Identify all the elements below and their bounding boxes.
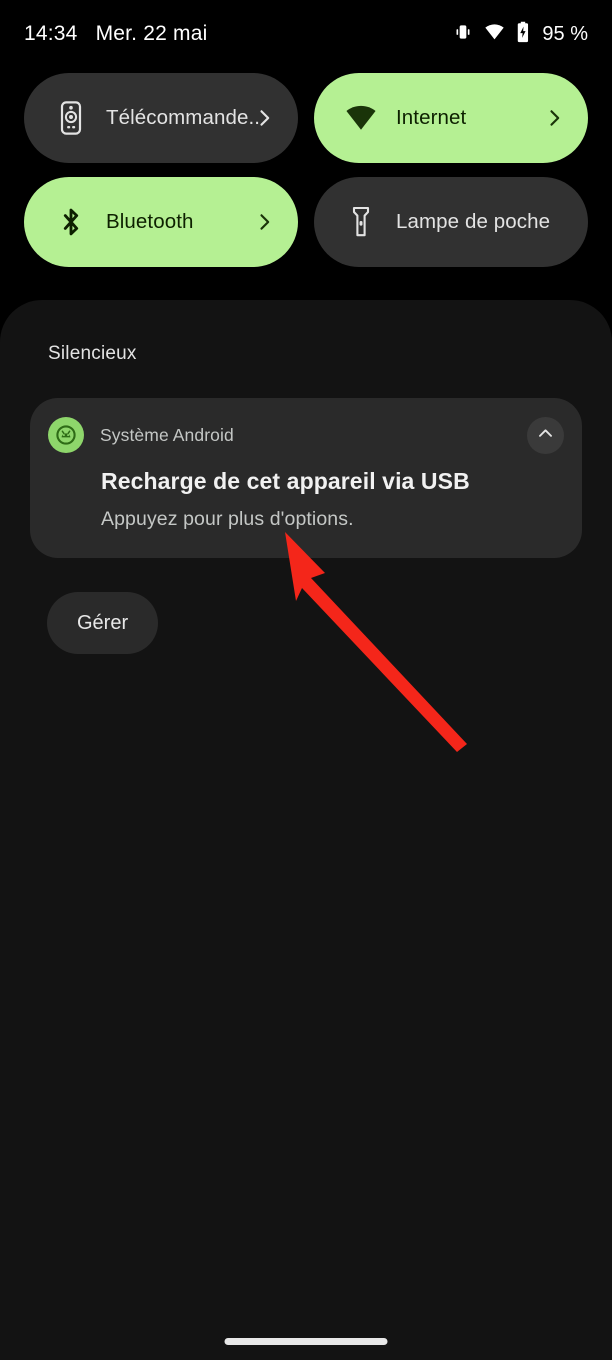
bluetooth-icon <box>54 205 88 239</box>
manage-button-label: Gérer <box>77 611 129 634</box>
chevron-up-icon <box>536 424 555 448</box>
chevron-right-icon[interactable] <box>544 108 564 128</box>
quick-settings-grid: Télécommande.. Internet Bluetooth Lampe … <box>0 73 612 267</box>
android-head-icon <box>48 417 84 453</box>
qs-tile-bluetooth[interactable]: Bluetooth <box>24 177 298 267</box>
qs-tile-label: Internet <box>396 106 467 129</box>
qs-tile-internet[interactable]: Internet <box>314 73 588 163</box>
qs-tile-label: Télécommande.. <box>106 106 261 129</box>
notification-text: Appuyez pour plus d'options. <box>101 508 354 530</box>
chevron-right-icon[interactable] <box>254 212 274 232</box>
remote-control-icon <box>54 101 88 135</box>
qs-tile-remote[interactable]: Télécommande.. <box>24 73 298 163</box>
wifi-icon <box>484 21 505 47</box>
chevron-right-icon[interactable] <box>254 108 274 128</box>
status-bar: 14:34 Mer. 22 mai 95 % <box>0 0 612 68</box>
notification-item[interactable]: Système Android Recharge de cet appareil… <box>30 398 582 558</box>
status-bar-right: 95 % <box>453 21 588 48</box>
qs-tile-label: Bluetooth <box>106 210 194 233</box>
notification-collapse-button[interactable] <box>527 417 564 454</box>
qs-tile-label: Lampe de poche <box>396 210 551 233</box>
flashlight-icon <box>344 205 378 239</box>
status-bar-left: 14:34 Mer. 22 mai <box>24 22 207 46</box>
status-date: Mer. 22 mai <box>95 22 208 45</box>
notification-title: Recharge de cet appareil via USB <box>101 468 470 494</box>
manage-notifications-button[interactable]: Gérer <box>47 592 159 654</box>
notification-section-header: Silencieux <box>48 343 137 364</box>
notification-panel: Silencieux Système Android Recharge de c… <box>0 300 612 1360</box>
status-clock: 14:34 <box>24 22 78 45</box>
battery-percent-label: 95 % <box>542 22 588 45</box>
battery-charging-icon <box>516 21 530 48</box>
vibrate-icon <box>453 22 473 47</box>
notification-header: Système Android <box>48 417 234 453</box>
notification-app-name: Système Android <box>100 424 234 445</box>
wifi-icon <box>344 101 378 135</box>
qs-tile-flashlight[interactable]: Lampe de poche <box>314 177 588 267</box>
home-indicator[interactable] <box>224 1338 388 1345</box>
